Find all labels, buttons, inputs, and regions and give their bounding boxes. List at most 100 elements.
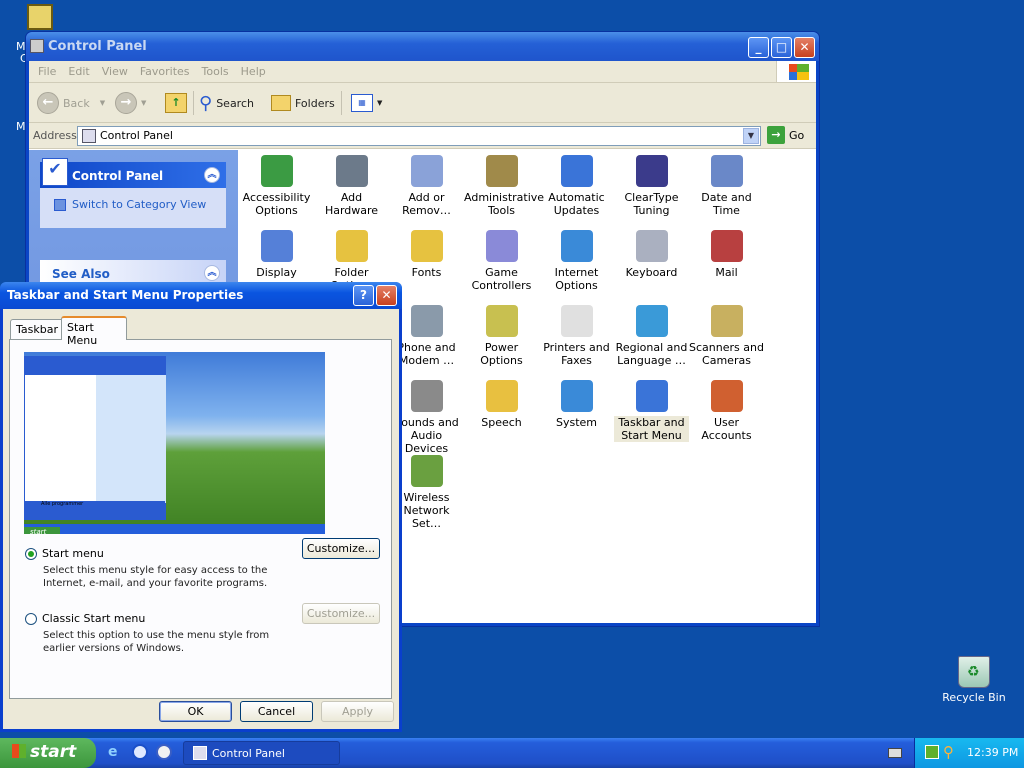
control-panel-item[interactable]: Power Options: [464, 305, 539, 367]
address-input[interactable]: Control Panel ▼: [77, 126, 761, 146]
quick-launch: e: [108, 744, 172, 760]
address-dropdown-button[interactable]: ▼: [743, 128, 759, 144]
control-panel-item[interactable]: Mail: [689, 230, 764, 279]
control-panel-item[interactable]: Taskbar and Start Menu: [614, 380, 689, 442]
preview-start-button: start: [24, 527, 60, 534]
control-panel-title-icon: [30, 39, 44, 53]
menu-view[interactable]: View: [96, 61, 134, 82]
control-panel-item[interactable]: Speech: [464, 380, 539, 429]
taskbar-item-control-panel[interactable]: Control Panel: [183, 741, 340, 765]
control-panel-item[interactable]: Accessibility Options: [239, 155, 314, 217]
up-folder-button[interactable]: ↑: [165, 90, 187, 116]
control-panel-item[interactable]: Automatic Updates: [539, 155, 614, 217]
control-panel-item[interactable]: Add or Remov…: [389, 155, 464, 217]
recycle-bin-icon: ♻: [958, 656, 990, 688]
control-panel-item-icon: [635, 230, 668, 262]
control-panel-item[interactable]: Date and Time: [689, 155, 764, 217]
back-label: Back: [63, 96, 90, 110]
menu-tools[interactable]: Tools: [196, 61, 235, 82]
chevron-down-icon: ▼: [141, 99, 147, 107]
control-panel-item[interactable]: Regional and Language …: [614, 305, 689, 367]
clock[interactable]: 12:39 PM: [967, 746, 1018, 759]
search-tray-icon[interactable]: ⚲: [943, 743, 954, 761]
menu-file[interactable]: File: [32, 61, 62, 82]
close-button[interactable]: ✕: [794, 37, 815, 58]
control-panel-item-label: Fonts: [411, 266, 442, 279]
classic-menu-radio[interactable]: [25, 613, 37, 625]
menu-help[interactable]: Help: [235, 61, 272, 82]
minimize-button[interactable]: _: [748, 37, 769, 58]
control-panel-item[interactable]: ClearType Tuning: [614, 155, 689, 217]
start-menu-radio[interactable]: [25, 548, 37, 560]
control-panel-item-label: Taskbar and Start Menu: [614, 416, 689, 442]
start-menu-tabpage: Alle programmer start Start menu Select …: [9, 339, 392, 699]
start-menu-option-label[interactable]: Start menu: [42, 547, 104, 560]
control-panel-item[interactable]: Administrative Tools: [464, 155, 544, 217]
keyboard-icon[interactable]: [888, 748, 902, 758]
forward-button[interactable]: → ▼: [115, 90, 146, 116]
menu-edit[interactable]: Edit: [62, 61, 95, 82]
menu-favorites[interactable]: Favorites: [134, 61, 196, 82]
ok-button[interactable]: OK: [159, 701, 232, 722]
preview-taskbar: start: [24, 524, 325, 534]
control-panel-item[interactable]: Internet Options: [539, 230, 614, 292]
taskbar-properties-dialog: Taskbar and Start Menu Properties ? ✕ Ta…: [0, 282, 402, 732]
dialog-titlebar[interactable]: Taskbar and Start Menu Properties ? ✕: [0, 282, 402, 309]
start-button[interactable]: start: [0, 738, 96, 768]
folders-button[interactable]: Folders: [271, 90, 335, 116]
control-panel-item[interactable]: System: [539, 380, 614, 429]
switch-view-link[interactable]: Switch to Category View: [40, 188, 226, 211]
go-button[interactable]: → Go: [767, 126, 804, 144]
dialog-close-button[interactable]: ✕: [376, 285, 397, 306]
recycle-bin[interactable]: ♻ Recycle Bin: [938, 656, 1010, 704]
control-panel-item[interactable]: Add Hardware: [314, 155, 389, 217]
control-panel-item-icon: [335, 230, 368, 262]
classic-customize-button[interactable]: Customize...: [302, 603, 380, 624]
control-panel-item[interactable]: Printers and Faxes: [539, 305, 614, 367]
toolbar: ← Back ▼ → ▼ ↑ ⚲ Search Folders ▦ ▼: [29, 83, 816, 123]
control-panel-item[interactable]: Fonts: [389, 230, 464, 279]
apply-button[interactable]: Apply: [321, 701, 394, 722]
control-panel-item[interactable]: Display: [239, 230, 314, 279]
control-panel-item-icon: [410, 305, 443, 337]
tab-taskbar[interactable]: Taskbar: [10, 319, 64, 340]
control-panel-item[interactable]: Scanners and Cameras: [689, 305, 764, 367]
control-panel-item-label: Add or Remov…: [402, 191, 451, 217]
control-panel-item-label: Scanners and Cameras: [689, 341, 764, 367]
desktop-icon-top[interactable]: M C: [2, 4, 74, 65]
windows-flag-icon: [12, 744, 26, 758]
preview-all-programs: Alle programmer: [41, 501, 84, 507]
cancel-button[interactable]: Cancel: [240, 701, 313, 722]
network-icon[interactable]: [925, 745, 939, 759]
control-panel-item-icon: [410, 380, 443, 412]
control-panel-item-label: Game Controllers: [471, 266, 532, 292]
control-panel-item-label: User Accounts: [701, 416, 752, 442]
maximize-button[interactable]: □: [771, 37, 792, 58]
back-arrow-icon: ←: [37, 92, 59, 114]
tab-start-menu[interactable]: Start Menu: [61, 316, 127, 347]
control-panel-item-label: Keyboard: [625, 266, 678, 279]
control-panel-item-label: Automatic Updates: [548, 191, 605, 217]
chevron-down-icon: ▼: [99, 99, 106, 107]
control-panel-titlebar[interactable]: Control Panel _ □ ✕: [26, 32, 819, 61]
help-button[interactable]: ?: [353, 285, 374, 306]
search-button[interactable]: ⚲ Search: [199, 90, 254, 116]
start-menu-customize-button[interactable]: Customize...: [302, 538, 380, 559]
control-panel-item[interactable]: Game Controllers: [464, 230, 539, 292]
back-button[interactable]: ← Back ▼: [37, 90, 105, 116]
views-button[interactable]: ▦ ▼: [351, 90, 382, 116]
control-panel-taskbox-header[interactable]: ✔ Control Panel ︽: [40, 158, 226, 188]
control-panel-item-icon: [635, 305, 668, 337]
classic-menu-option-label[interactable]: Classic Start menu: [42, 612, 145, 625]
views-icon: ▦: [351, 94, 373, 112]
control-panel-item[interactable]: Keyboard: [614, 230, 689, 279]
control-panel-item-icon: [485, 155, 518, 187]
internet-explorer-icon[interactable]: e: [108, 744, 124, 760]
show-desktop-icon[interactable]: [156, 744, 172, 760]
control-panel-item-icon: [560, 230, 593, 262]
control-panel-item[interactable]: User Accounts: [689, 380, 764, 442]
collapse-chevron-icon[interactable]: ︽: [204, 265, 220, 281]
media-player-icon[interactable]: [132, 744, 148, 760]
collapse-chevron-icon[interactable]: ︽: [204, 167, 220, 183]
up-folder-icon: ↑: [165, 93, 187, 113]
